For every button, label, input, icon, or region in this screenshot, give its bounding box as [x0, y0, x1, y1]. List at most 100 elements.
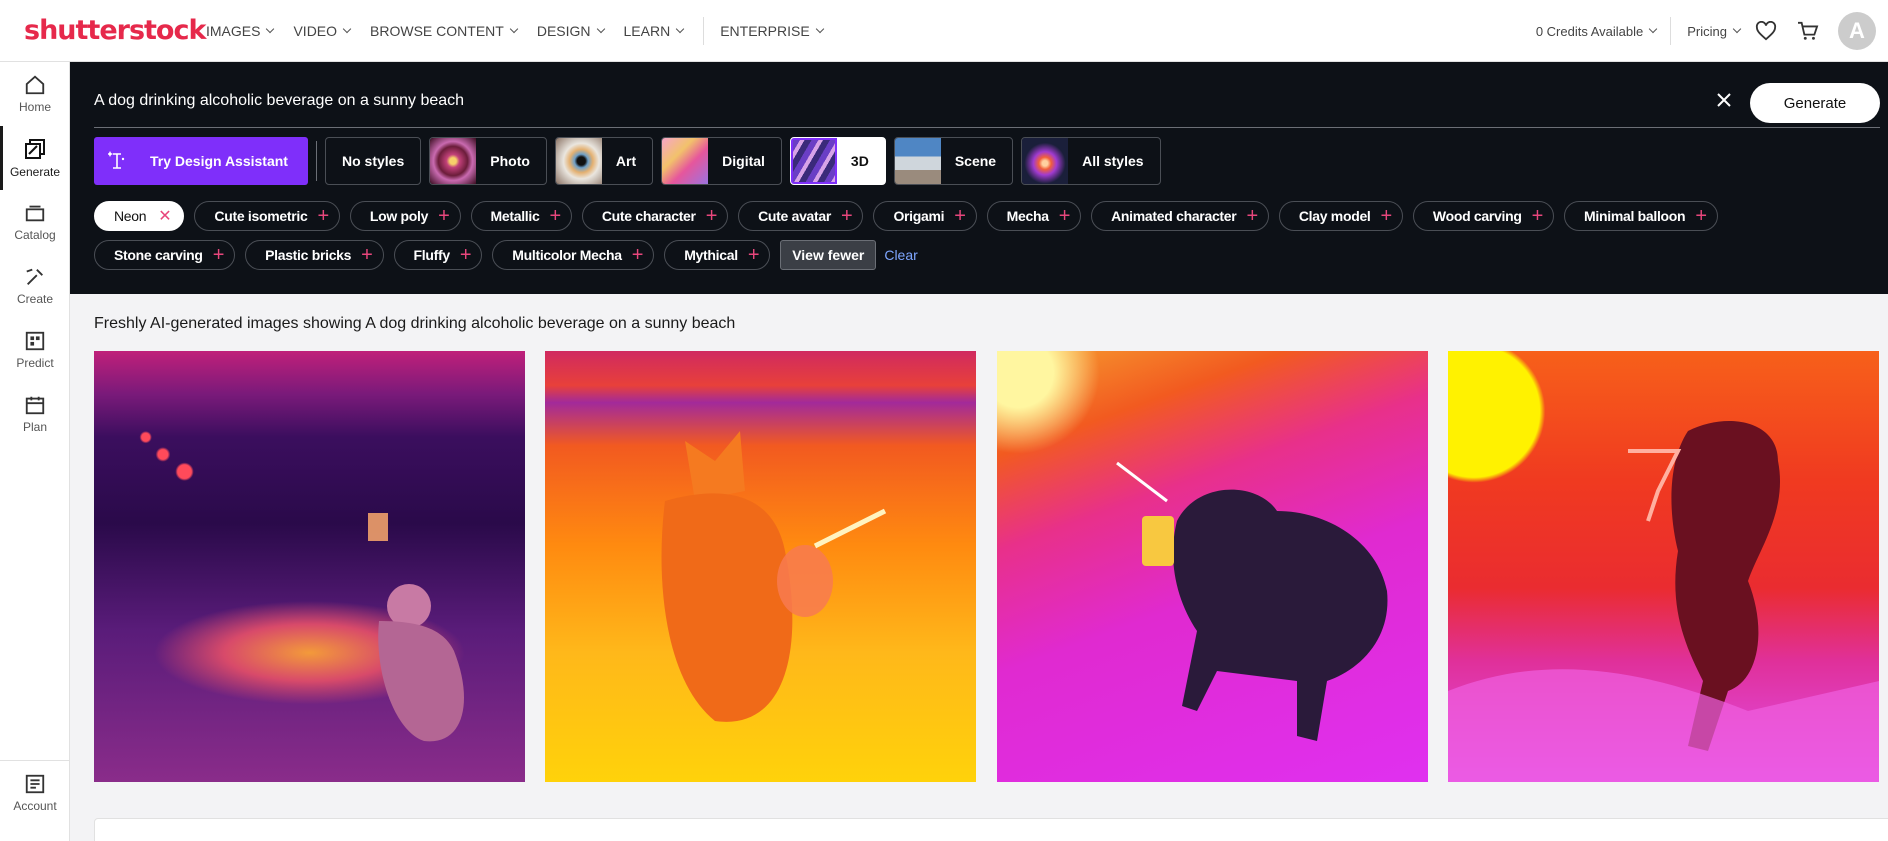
sidebar-item-home[interactable]: Home	[0, 62, 70, 126]
nav-learn[interactable]: LEARN	[624, 23, 685, 39]
cart-icon[interactable]	[1796, 19, 1820, 43]
generate-panel: A dog drinking alcoholic beverage on a s…	[70, 62, 1888, 294]
nav-right-group: 0 Credits Available Pricing A	[1536, 0, 1876, 62]
nav-divider	[1670, 17, 1672, 45]
chevron-down-icon	[675, 24, 685, 33]
chip-mythical[interactable]: Mythical +	[664, 240, 771, 270]
nav-menu: IMAGES VIDEO BROWSE CONTENT DESIGN LEARN…	[206, 0, 843, 61]
prompt-bar: A dog drinking alcoholic beverage on a s…	[94, 62, 1880, 128]
pricing-dropdown[interactable]: Pricing	[1687, 24, 1742, 39]
plus-icon: +	[1380, 205, 1393, 227]
chevron-down-icon	[596, 24, 605, 33]
digital-style-thumbnail	[662, 138, 709, 184]
sidebar-item-generate[interactable]: Generate	[0, 126, 70, 190]
remove-chip-icon[interactable]: ✕	[158, 206, 171, 226]
plus-icon: +	[549, 205, 561, 227]
nav-divider	[703, 16, 705, 45]
bottom-panel	[94, 818, 1888, 841]
plus-icon: +	[1058, 205, 1071, 227]
style-chips-row-1: Neon ✕ Cute isometric + Low poly + Metallic…	[94, 201, 1728, 231]
3d-style-thumbnail	[790, 138, 837, 184]
chevron-down-icon	[342, 24, 352, 33]
nav-browse-content[interactable]: BROWSE CONTENT	[370, 23, 519, 39]
chevron-down-icon	[509, 24, 519, 33]
home-icon	[25, 75, 45, 95]
chip-animated-character[interactable]: Animated character +	[1091, 201, 1269, 231]
style-all-styles[interactable]: All styles	[1021, 137, 1161, 185]
chip-mecha[interactable]: Mecha +	[986, 201, 1082, 231]
chip-origami[interactable]: Origami +	[873, 201, 977, 231]
clear-prompt-icon[interactable]	[1716, 92, 1732, 108]
sidebar-item-catalog[interactable]: Catalog	[0, 190, 70, 254]
chevron-down-icon	[1732, 24, 1742, 34]
predict-icon	[25, 331, 45, 351]
chip-metallic[interactable]: Metallic +	[470, 201, 572, 231]
sparkle-cursor-icon	[108, 151, 125, 169]
credits-dropdown[interactable]: 0 Credits Available	[1536, 24, 1658, 39]
plus-icon: +	[317, 205, 329, 227]
chip-low-poly[interactable]: Low poly +	[349, 201, 461, 231]
chip-neon-selected[interactable]: Neon ✕	[94, 201, 185, 231]
chevron-down-icon	[815, 24, 824, 33]
style-scene[interactable]: Scene	[893, 137, 1014, 185]
scene-style-thumbnail	[894, 138, 941, 184]
art-style-thumbnail	[555, 138, 602, 184]
chip-fluffy[interactable]: Fluffy +	[393, 240, 483, 270]
photo-style-thumbnail	[430, 138, 477, 184]
prompt-input[interactable]: A dog drinking alcoholic beverage on a s…	[94, 92, 464, 110]
dog-silhouette	[368, 513, 464, 742]
plus-icon: +	[954, 205, 966, 227]
chip-plastic-bricks[interactable]: Plastic bricks +	[245, 240, 384, 270]
nav-images[interactable]: IMAGES	[206, 23, 275, 39]
clear-link[interactable]: Clear	[884, 247, 917, 263]
style-photo[interactable]: Photo	[429, 137, 547, 185]
results-heading: Freshly AI-generated images showing A do…	[94, 315, 736, 332]
generate-icon	[25, 139, 45, 159]
sidebar-item-predict[interactable]: Predict	[0, 318, 70, 382]
generate-button[interactable]: Generate	[1750, 83, 1880, 123]
sidebar-item-plan[interactable]: Plan	[0, 382, 70, 446]
chip-cute-avatar[interactable]: Cute avatar +	[738, 201, 864, 231]
plus-icon: +	[747, 244, 760, 266]
chip-wood-carving[interactable]: Wood carving +	[1412, 201, 1555, 231]
generated-image-4[interactable]	[1448, 351, 1879, 782]
shutterstock-logo[interactable]: shutterstock	[24, 15, 206, 46]
chip-clay-model[interactable]: Clay model +	[1278, 201, 1403, 231]
sidebar-bottom: Account	[0, 760, 70, 825]
chip-cute-isometric[interactable]: Cute isometric +	[194, 201, 340, 231]
nav-design[interactable]: DESIGN	[537, 23, 605, 39]
create-icon	[26, 268, 43, 285]
chip-stone-carving[interactable]: Stone carving +	[94, 240, 236, 270]
style-selector: Try Design Assistant No styles Photo Art…	[94, 137, 1169, 185]
style-chips-row-2: Stone carving + Plastic bricks + Fluffy + M…	[94, 240, 918, 270]
sidebar-item-account[interactable]: Account	[0, 761, 70, 825]
plus-icon: +	[1246, 205, 1258, 227]
sidebar-item-create[interactable]: Create	[0, 254, 70, 318]
generated-image-2[interactable]	[545, 351, 976, 782]
catalog-icon	[25, 205, 45, 222]
style-divider	[316, 141, 317, 181]
chevron-down-icon	[1649, 24, 1658, 34]
chip-multicolor-mecha[interactable]: Multicolor Mecha +	[492, 240, 655, 270]
plus-icon: +	[438, 205, 450, 227]
plus-icon: +	[841, 205, 853, 227]
generated-image-1[interactable]	[94, 351, 525, 782]
style-digital[interactable]: Digital	[661, 137, 782, 185]
style-no-styles[interactable]: No styles	[325, 137, 422, 185]
nav-video[interactable]: VIDEO	[293, 23, 352, 39]
avatar[interactable]: A	[1838, 12, 1876, 50]
style-art[interactable]: Art	[554, 137, 654, 185]
chip-minimal-balloon[interactable]: Minimal balloon +	[1564, 201, 1718, 231]
favorites-heart-icon[interactable]	[1754, 19, 1778, 43]
plus-icon: +	[361, 244, 373, 266]
bulldog-figure	[661, 431, 887, 722]
chip-cute-character[interactable]: Cute character +	[581, 201, 729, 231]
nav-enterprise[interactable]: ENTERPRISE	[720, 23, 824, 39]
top-navigation: shutterstock IMAGES VIDEO BROWSE CONTENT…	[0, 0, 1888, 62]
style-3d[interactable]: 3D	[789, 137, 886, 185]
plan-icon	[25, 396, 45, 415]
try-design-assistant-button[interactable]: Try Design Assistant	[94, 137, 308, 185]
view-fewer-button[interactable]: View fewer	[780, 240, 877, 270]
generated-image-3[interactable]	[997, 351, 1428, 782]
plus-icon: +	[631, 244, 644, 266]
